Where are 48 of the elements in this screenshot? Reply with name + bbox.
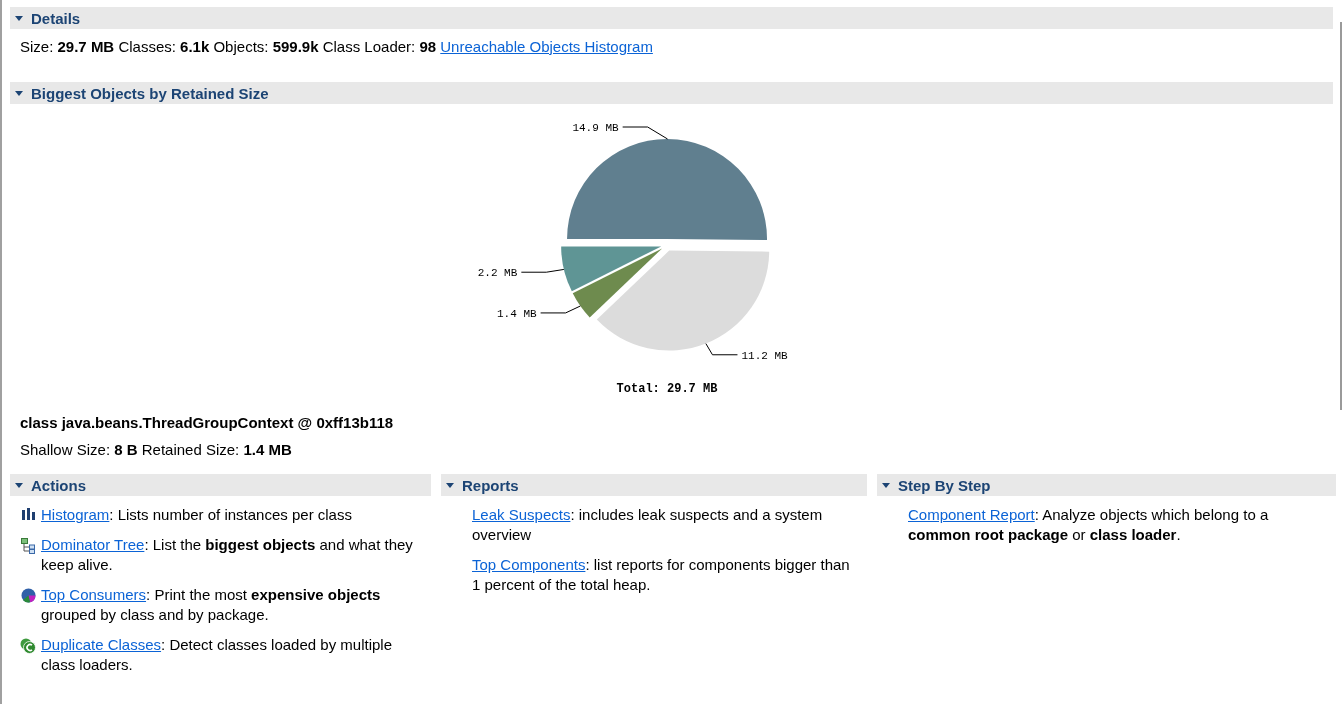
action-link[interactable]: Leak Suspects: [472, 506, 571, 523]
tree-icon: [20, 538, 36, 554]
section-header[interactable]: Step By Step: [877, 474, 1336, 496]
pie-slice[interactable]: [596, 250, 769, 351]
action-description: Leak Suspects: includes leak suspects and a system overview: [472, 505, 824, 545]
pie-slice[interactable]: [566, 139, 767, 241]
scrollbar[interactable]: [1340, 22, 1342, 410]
histogram-link[interactable]: Unreachable Objects Histogram: [440, 38, 653, 55]
object-name: class java.beans.ThreadGroupContext @ 0xff13b118: [20, 414, 395, 431]
leader-line: [520, 268, 564, 273]
chart-total: Total: 29.7 MB: [616, 382, 717, 396]
expand-icon: [15, 15, 23, 21]
bar-chart-icon: [21, 508, 35, 520]
section-header[interactable]: Details: [10, 7, 1333, 29]
value-label: 11.2 MB: [741, 349, 788, 362]
expand-icon: [882, 482, 890, 488]
action-description: Duplicate Classes: Detect classes loaded by multiple class loaders.: [41, 635, 393, 675]
pie-slice[interactable]: [560, 246, 661, 292]
expand-icon: [446, 482, 454, 488]
leader-line: [539, 305, 581, 314]
value-label: 14.9 MB: [571, 122, 619, 134]
section-title: Reports: [462, 476, 519, 494]
expand-icon: [15, 90, 23, 96]
action-description: Top Components: list reports for components bigger than 1 percent of the total heap.: [472, 555, 851, 595]
action-description: Component Report: Analyze objects which belong to a common root package or class loader.: [908, 505, 1270, 545]
pie-slice[interactable]: [572, 248, 662, 318]
action-description: Dominator Tree: List the biggest objects and what they keep alive.: [41, 535, 414, 575]
expand-icon: [15, 482, 23, 488]
action-description: Histogram: Lists number of instances per class: [41, 505, 352, 525]
object-sizes: Shallow Size: 8 B Retained Size: 1.4 MB: [20, 440, 293, 460]
value-label: 1.4 MB: [496, 307, 537, 320]
section-title: Step By Step: [898, 476, 991, 494]
leader-line: [621, 126, 668, 140]
pie-chart-icon: [20, 588, 36, 603]
action-description: Top Consumers: Print the most expensive objects grouped by class and by package.: [41, 585, 382, 625]
section-title: Details: [31, 9, 81, 27]
leader-line: [704, 343, 738, 356]
section-header[interactable]: Biggest Objects by Retained Size: [10, 82, 1333, 104]
summary-text: Size: 29.7 MB Classes: 6.1k Objects: 599.9k Class Loader: 98 Unreachable Objects Histogram: [20, 37, 654, 57]
section-header[interactable]: Reports: [441, 474, 867, 496]
class-icon: [20, 638, 36, 654]
action-link[interactable]: Component Report: [908, 506, 1035, 523]
action-link[interactable]: Top Components: [472, 556, 586, 573]
action-link[interactable]: Dominator Tree: [41, 536, 145, 553]
section-title: Actions: [31, 476, 86, 494]
value-label: 2.2 MB: [477, 267, 517, 280]
section-title: Biggest Objects by Retained Size: [31, 84, 269, 102]
section-header[interactable]: Actions: [10, 474, 431, 496]
